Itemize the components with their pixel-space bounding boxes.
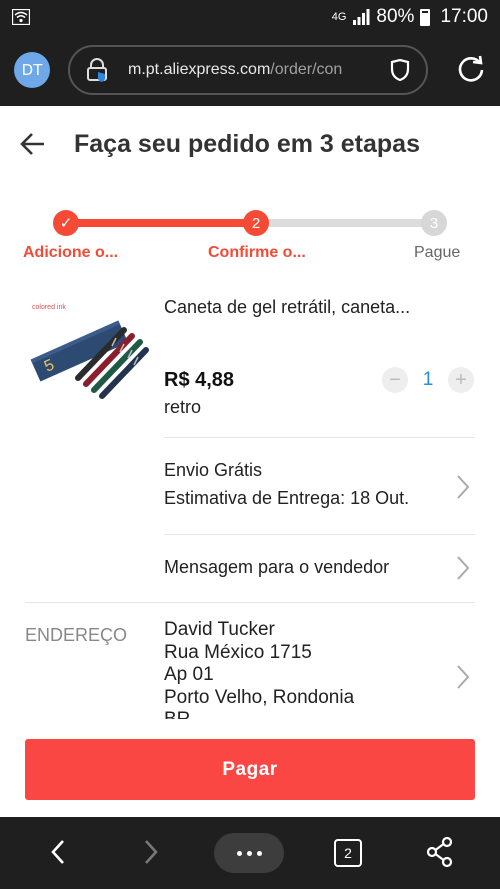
divider xyxy=(164,534,475,535)
address-bar[interactable]: m.pt.aliexpress.com/order/con xyxy=(68,45,428,95)
divider xyxy=(25,602,475,603)
step-2-label: Confirme o... xyxy=(208,244,306,261)
step-1-label: Adicione o... xyxy=(23,244,119,261)
browser-bottom-nav: 2 xyxy=(0,817,500,889)
address-line: Ap 01 xyxy=(164,664,214,685)
page-header: Faça seu pedido em 3 etapas xyxy=(0,106,500,182)
quantity-decrease-button[interactable]: − xyxy=(382,367,408,393)
divider xyxy=(164,437,475,438)
step-2-number: 2 xyxy=(243,210,269,236)
address-line: BR xyxy=(164,709,354,719)
quantity-stepper: − 1 + xyxy=(382,367,474,393)
page-title: Faça seu pedido em 3 etapas xyxy=(74,129,420,158)
tabs-icon[interactable]: 2 xyxy=(334,839,362,867)
battery-percent: 80% xyxy=(376,6,415,27)
lock-icon[interactable] xyxy=(86,58,108,82)
reload-icon[interactable] xyxy=(456,55,486,85)
seller-message-link[interactable]: Mensagem para o vendedor xyxy=(164,557,389,578)
product-variant: retro xyxy=(164,397,202,417)
back-arrow-icon[interactable] xyxy=(20,132,46,156)
shield-icon[interactable] xyxy=(390,59,410,81)
profile-avatar[interactable]: DT xyxy=(14,52,50,88)
delivery-estimate[interactable]: Estimativa de Entrega: 18 Out. xyxy=(164,488,409,509)
nav-forward-icon[interactable] xyxy=(140,835,162,869)
product-image-caption: colored ink xyxy=(32,304,66,311)
quantity-increase-button[interactable]: + xyxy=(448,367,474,393)
status-bar: 4G 80% 17:00 xyxy=(0,0,500,34)
nav-back-icon[interactable] xyxy=(47,835,69,869)
chevron-right-icon[interactable] xyxy=(455,664,471,690)
url-text: m.pt.aliexpress.com/order/con xyxy=(128,61,343,78)
pay-button[interactable]: Pagar xyxy=(25,739,475,800)
address-label: ENDEREÇO xyxy=(25,625,128,645)
shipping-method[interactable]: Envio Grátis xyxy=(164,460,262,481)
chevron-right-icon[interactable] xyxy=(455,555,471,581)
clock: 17:00 xyxy=(440,6,488,27)
battery-icon xyxy=(420,8,431,26)
product-image[interactable]: colored ink 5 xyxy=(28,300,150,404)
quantity-value[interactable]: 1 xyxy=(408,369,448,391)
product-title[interactable]: Caneta de gel retrátil, caneta... xyxy=(164,297,410,318)
network-type: 4G xyxy=(331,11,347,23)
shipping-address[interactable]: David Tucker Rua México 1715 Ap 01 Porto… xyxy=(164,619,354,719)
share-icon[interactable] xyxy=(426,835,454,869)
product-price: R$ 4,88 xyxy=(164,369,235,391)
stepper-progress-remaining xyxy=(256,219,434,227)
step-3-label: Pague xyxy=(414,244,461,261)
menu-dots-icon[interactable] xyxy=(214,833,284,873)
address-line: Rua México 1715 xyxy=(164,641,312,663)
chevron-right-icon[interactable] xyxy=(455,474,471,500)
checkout-stepper: ✓ 2 3 Adicione o... Confirme o... Pague xyxy=(0,196,500,276)
step-1-check-icon: ✓ xyxy=(53,210,79,236)
address-line: Porto Velho, Rondonia xyxy=(164,686,355,708)
wifi-icon xyxy=(12,9,30,25)
step-3-number: 3 xyxy=(421,210,447,236)
signal-icon xyxy=(353,9,370,25)
browser-toolbar: DT m.pt.aliexpress.com/order/con xyxy=(0,34,500,106)
stepper-progress-done xyxy=(66,219,256,227)
address-line: David Tucker xyxy=(164,619,275,640)
